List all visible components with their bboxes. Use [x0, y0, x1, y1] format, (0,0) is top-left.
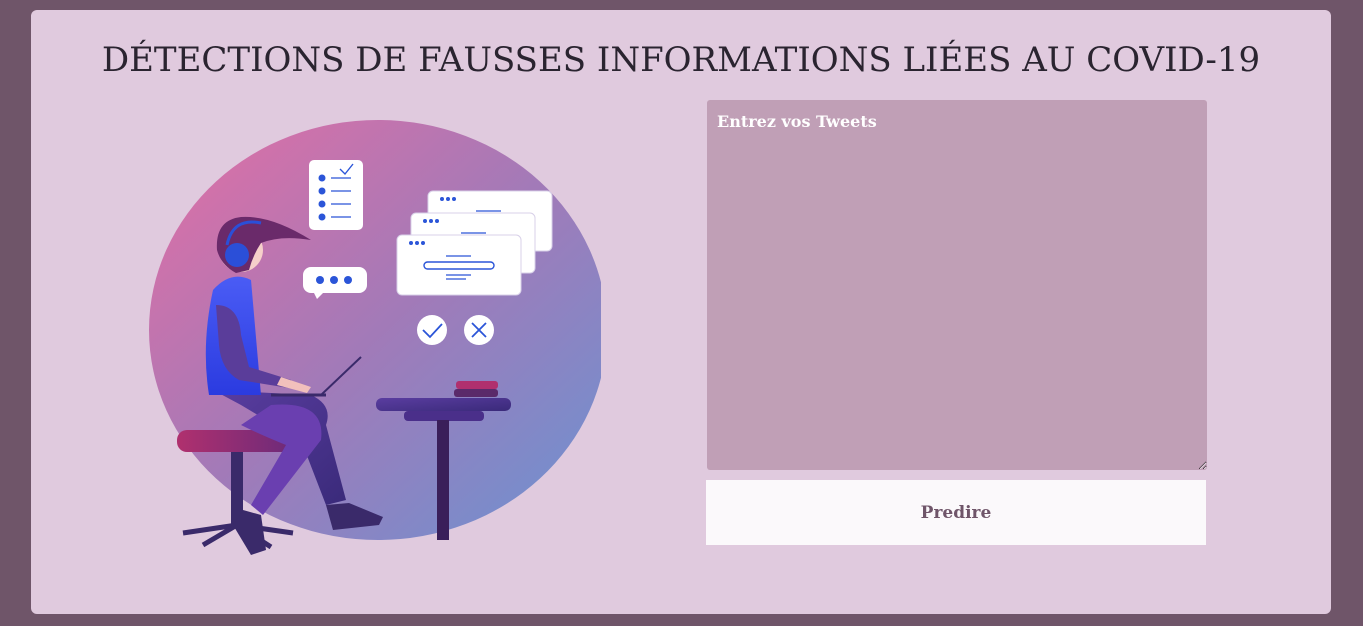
page-title: DÉTECTIONS DE FAUSSES INFORMATIONS LIÉES… — [101, 40, 1261, 80]
predict-button[interactable]: Predire — [706, 480, 1206, 545]
fake-news-illustration — [149, 120, 601, 555]
checklist-icon — [309, 160, 363, 230]
main-card: DÉTECTIONS DE FAUSSES INFORMATIONS LIÉES… — [31, 10, 1331, 614]
tweet-input[interactable] — [707, 100, 1207, 470]
check-icon — [417, 315, 447, 345]
cross-icon — [464, 315, 494, 345]
